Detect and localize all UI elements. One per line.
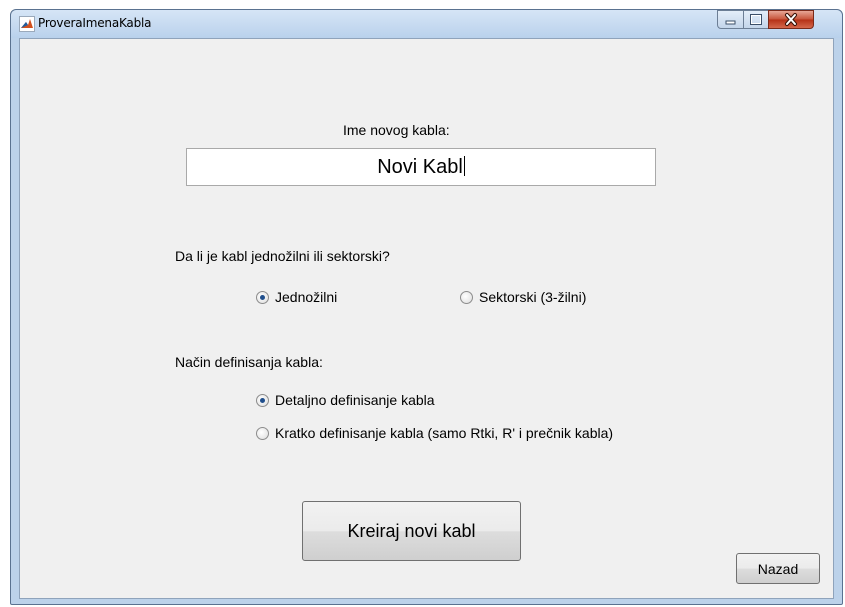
maximize-button[interactable] [743,10,769,29]
radio-sektorski-label: Sektorski (3-žilni) [479,289,587,305]
title-bar[interactable]: ProveraImenaKabla [11,10,842,38]
minimize-button[interactable] [717,10,744,29]
radio-unselected-icon [460,290,473,304]
radio-detaljno-label: Detaljno definisanje kabla [275,392,435,408]
radio-kratko[interactable]: Kratko definisanje kabla (samo Rtki, R' … [256,425,613,441]
definition-mode-question: Način definisanja kabla: [175,354,323,370]
radio-jednozilni-label: Jednožilni [275,289,338,305]
radio-sektorski[interactable]: Sektorski (3-žilni) [460,289,586,305]
close-button[interactable] [768,10,814,29]
window-title: ProveraImenaKabla [38,16,152,30]
matlab-icon [19,16,35,32]
radio-unselected-icon [256,426,269,440]
cable-name-label: Ime novog kabla: [343,122,450,138]
dialog-body: Ime novog kabla: Novi Kabl Da li je kabl… [19,38,834,599]
create-cable-button[interactable]: Kreiraj novi kabl [302,501,521,561]
close-icon [785,13,797,26]
radio-kratko-label: Kratko definisanje kabla (samo Rtki, R' … [275,425,614,441]
app-window: ProveraImenaKabla Ime novog kabla: Novi … [10,9,843,605]
back-button[interactable]: Nazad [736,553,820,584]
maximize-icon [750,14,762,25]
cable-name-value: Novi Kabl [377,156,463,178]
radio-selected-icon [256,393,269,407]
radio-detaljno[interactable]: Detaljno definisanje kabla [256,392,435,408]
text-caret [463,156,465,176]
minimize-icon [725,20,736,25]
radio-jednozilni[interactable]: Jednožilni [256,289,337,305]
cable-name-input[interactable]: Novi Kabl [186,148,656,186]
cable-type-question: Da li je kabl jednožilni ili sektorski? [175,248,390,264]
radio-selected-icon [256,290,269,304]
